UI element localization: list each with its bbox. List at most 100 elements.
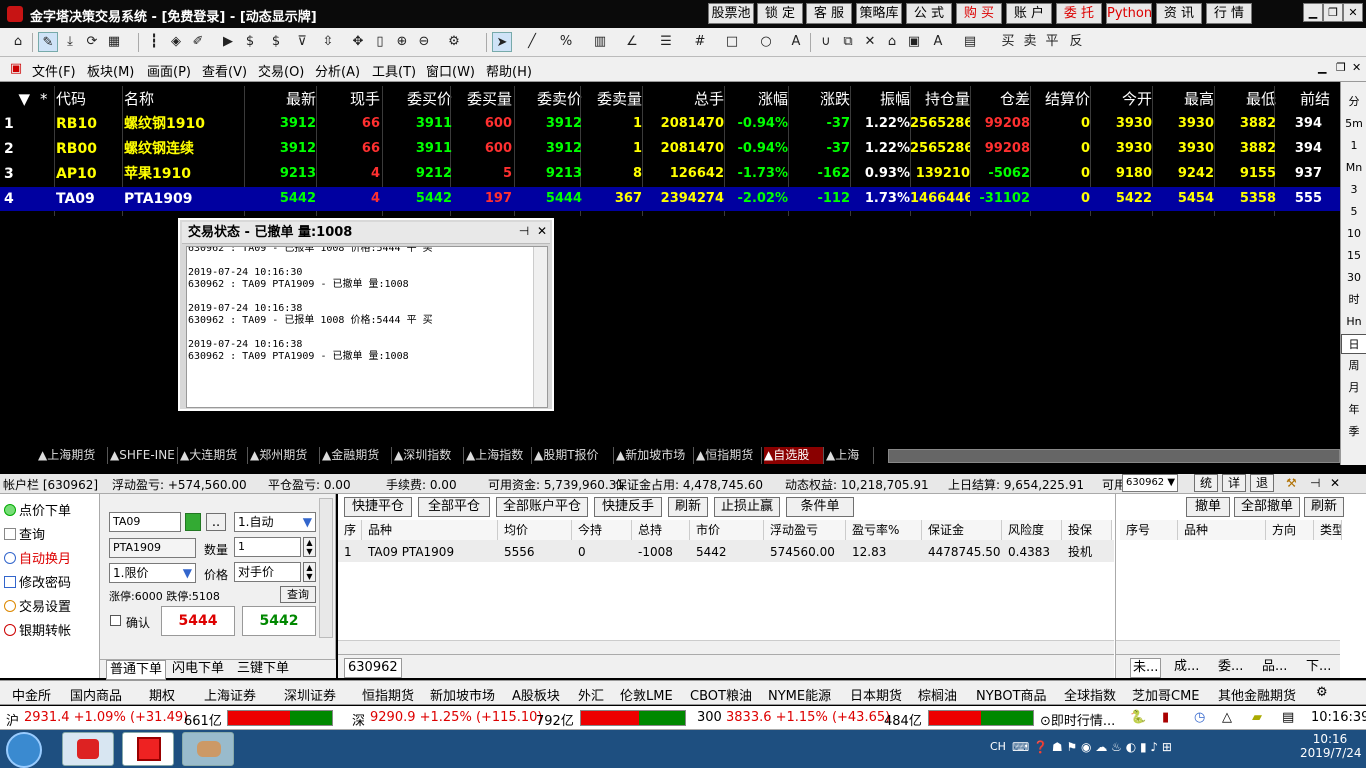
lock-code-icon[interactable] bbox=[185, 513, 201, 531]
orders-refresh-button[interactable]: 刷新 bbox=[1304, 497, 1344, 517]
doc-icon[interactable]: ▤ bbox=[1282, 710, 1294, 725]
col-header-14[interactable]: 仓差 bbox=[970, 88, 1030, 110]
position-button-0[interactable]: 快捷平仓 bbox=[344, 497, 412, 517]
col-header-11[interactable]: 涨跌 bbox=[790, 88, 850, 110]
order-tab-0[interactable]: 未... bbox=[1130, 658, 1162, 678]
title-button-2[interactable]: 客 服 bbox=[806, 3, 852, 24]
nav-trade-settings[interactable]: 交易设置 bbox=[4, 596, 71, 615]
period-15[interactable]: 季 bbox=[1341, 422, 1366, 442]
zoom-in-icon[interactable]: ⊕ bbox=[392, 32, 412, 52]
order-col-1[interactable]: 品种 bbox=[1178, 520, 1266, 540]
hash-icon[interactable]: # bbox=[690, 32, 710, 52]
order-tab-4[interactable]: 下... bbox=[1306, 658, 1331, 676]
quote-row-3[interactable]: 4 TA09 PTA1909 5442 4 5442 197 5444 367 2394274 -2… bbox=[0, 187, 1340, 211]
period-4[interactable]: 3 bbox=[1341, 180, 1366, 200]
move-icon[interactable]: ✥ bbox=[348, 32, 368, 52]
col-header-8[interactable]: 委卖量 bbox=[582, 88, 642, 110]
menu-trade[interactable]: 交易(O) bbox=[258, 61, 304, 80]
period-1[interactable]: 5m bbox=[1341, 114, 1366, 134]
tools-icon[interactable]: ⚒ bbox=[1286, 476, 1297, 490]
order-scrollbar[interactable] bbox=[319, 498, 333, 638]
close-button[interactable]: ✕ bbox=[1343, 3, 1363, 22]
sector-tab-6[interactable]: ▲上海指数 bbox=[466, 447, 532, 464]
order-tab-2[interactable]: 委... bbox=[1218, 658, 1243, 676]
market-9[interactable]: 伦敦LME bbox=[620, 685, 673, 704]
market-5[interactable]: 恒指期货 bbox=[362, 685, 414, 704]
position-button-2[interactable]: 全部账户平仓 bbox=[496, 497, 588, 517]
col-header-4[interactable]: 现手 bbox=[318, 88, 380, 110]
code-input[interactable]: TA09 bbox=[109, 512, 181, 532]
position-col-5[interactable]: 市价 bbox=[690, 520, 764, 540]
save-icon[interactable]: ▤ bbox=[960, 32, 980, 52]
period-10[interactable]: Hn bbox=[1341, 312, 1366, 332]
order-col-2[interactable]: 方向 bbox=[1266, 520, 1314, 540]
buy-tool-icon[interactable]: 买 bbox=[998, 32, 1018, 52]
copy-icon[interactable]: ⧉ bbox=[838, 32, 858, 52]
title-button-3[interactable]: 策略库 bbox=[856, 3, 902, 24]
open-close-select[interactable]: 1.自动 ▼ bbox=[234, 512, 316, 532]
col-header-7[interactable]: 委卖价 bbox=[514, 88, 582, 110]
pointer-icon[interactable]: ➤ bbox=[492, 32, 512, 52]
start-button[interactable] bbox=[6, 732, 42, 768]
market-16[interactable]: 芝加哥CME bbox=[1132, 685, 1200, 704]
market-0[interactable]: 中金所 bbox=[12, 685, 51, 704]
period-12[interactable]: 周 bbox=[1341, 356, 1366, 376]
position-col-0[interactable]: 序 bbox=[338, 520, 362, 540]
play-icon[interactable]: ▶ bbox=[218, 32, 238, 52]
percent-icon[interactable]: % bbox=[556, 32, 576, 52]
market-settings-icon[interactable]: ⚙ bbox=[1316, 685, 1328, 700]
buy-price-box[interactable]: 5442 bbox=[242, 606, 316, 636]
bar-icon[interactable]: ▯ bbox=[370, 32, 390, 52]
qty-stepper[interactable]: ▲ ▼ bbox=[303, 537, 316, 557]
circle-icon[interactable]: ○ bbox=[756, 32, 776, 52]
price-type-select[interactable]: 1.限价 ▼ bbox=[109, 563, 196, 583]
pin-icon[interactable]: ⊣ bbox=[516, 222, 532, 240]
col-header-10[interactable]: 涨幅 bbox=[726, 88, 788, 110]
pen-icon[interactable]: ✎ bbox=[38, 32, 58, 52]
market-4[interactable]: 深圳证券 bbox=[284, 685, 336, 704]
position-col-3[interactable]: 今持 bbox=[572, 520, 632, 540]
nav-bank-transfer[interactable]: 银期转帐 bbox=[4, 620, 71, 639]
taskbar-clock[interactable]: 10:16 2019/7/24 bbox=[1300, 732, 1362, 760]
channel-icon[interactable]: ▥ bbox=[590, 32, 610, 52]
positions-account-tab[interactable]: 630962 bbox=[344, 658, 402, 678]
edit-icon[interactable]: ✐ bbox=[188, 32, 208, 52]
col-header-17[interactable]: 最高 bbox=[1154, 88, 1214, 110]
qty-input[interactable]: 1 bbox=[234, 537, 301, 557]
query-price-button[interactable]: 查询 bbox=[280, 586, 316, 603]
nav-change-password[interactable]: 修改密码 bbox=[4, 572, 71, 591]
order-col-0[interactable]: 序号 bbox=[1120, 520, 1178, 540]
period-7[interactable]: 15 bbox=[1341, 246, 1366, 266]
market-11[interactable]: NYME能源 bbox=[768, 685, 831, 704]
position-button-6[interactable]: 条件单 bbox=[786, 497, 854, 517]
python-icon[interactable]: 🐍 bbox=[1130, 710, 1146, 725]
fib-icon[interactable]: ☰ bbox=[656, 32, 676, 52]
title-button-9[interactable]: 资 讯 bbox=[1156, 3, 1202, 24]
tab-scrollbar[interactable] bbox=[888, 449, 1340, 463]
sort-toggle-icon[interactable]: ▼ bbox=[14, 88, 30, 110]
nav-query[interactable]: 查询 bbox=[4, 524, 45, 543]
rect-icon[interactable]: □ bbox=[722, 32, 742, 52]
title-button-10[interactable]: 行 情 bbox=[1206, 3, 1252, 24]
bell-icon[interactable]: △ bbox=[1222, 710, 1232, 725]
period-13[interactable]: 月 bbox=[1341, 378, 1366, 398]
market-8[interactable]: 外汇 bbox=[578, 685, 604, 704]
period-3[interactable]: Mn bbox=[1341, 158, 1366, 178]
col-header-9[interactable]: 总手 bbox=[644, 88, 724, 110]
lock-open-icon[interactable]: ⌂ bbox=[882, 32, 902, 52]
col-header-16[interactable]: 今开 bbox=[1092, 88, 1152, 110]
text-tool-icon[interactable]: A bbox=[786, 32, 806, 52]
market-7[interactable]: A股板块 bbox=[512, 685, 560, 704]
exit-button[interactable]: 退 bbox=[1250, 474, 1274, 492]
lock-icon[interactable]: ▣ bbox=[904, 32, 924, 52]
market-2[interactable]: 期权 bbox=[149, 685, 175, 704]
card-icon[interactable]: ▰ bbox=[1252, 710, 1262, 725]
period-9[interactable]: 时 bbox=[1341, 290, 1366, 310]
menu-tools[interactable]: 工具(T) bbox=[372, 61, 416, 80]
title-button-0[interactable]: 股票池 bbox=[708, 3, 754, 24]
position-button-1[interactable]: 全部平仓 bbox=[418, 497, 490, 517]
market-15[interactable]: 全球指数 bbox=[1064, 685, 1116, 704]
period-14[interactable]: 年 bbox=[1341, 400, 1366, 420]
period-6[interactable]: 10 bbox=[1341, 224, 1366, 244]
mdi-min-icon[interactable]: ▁ bbox=[1318, 61, 1326, 74]
